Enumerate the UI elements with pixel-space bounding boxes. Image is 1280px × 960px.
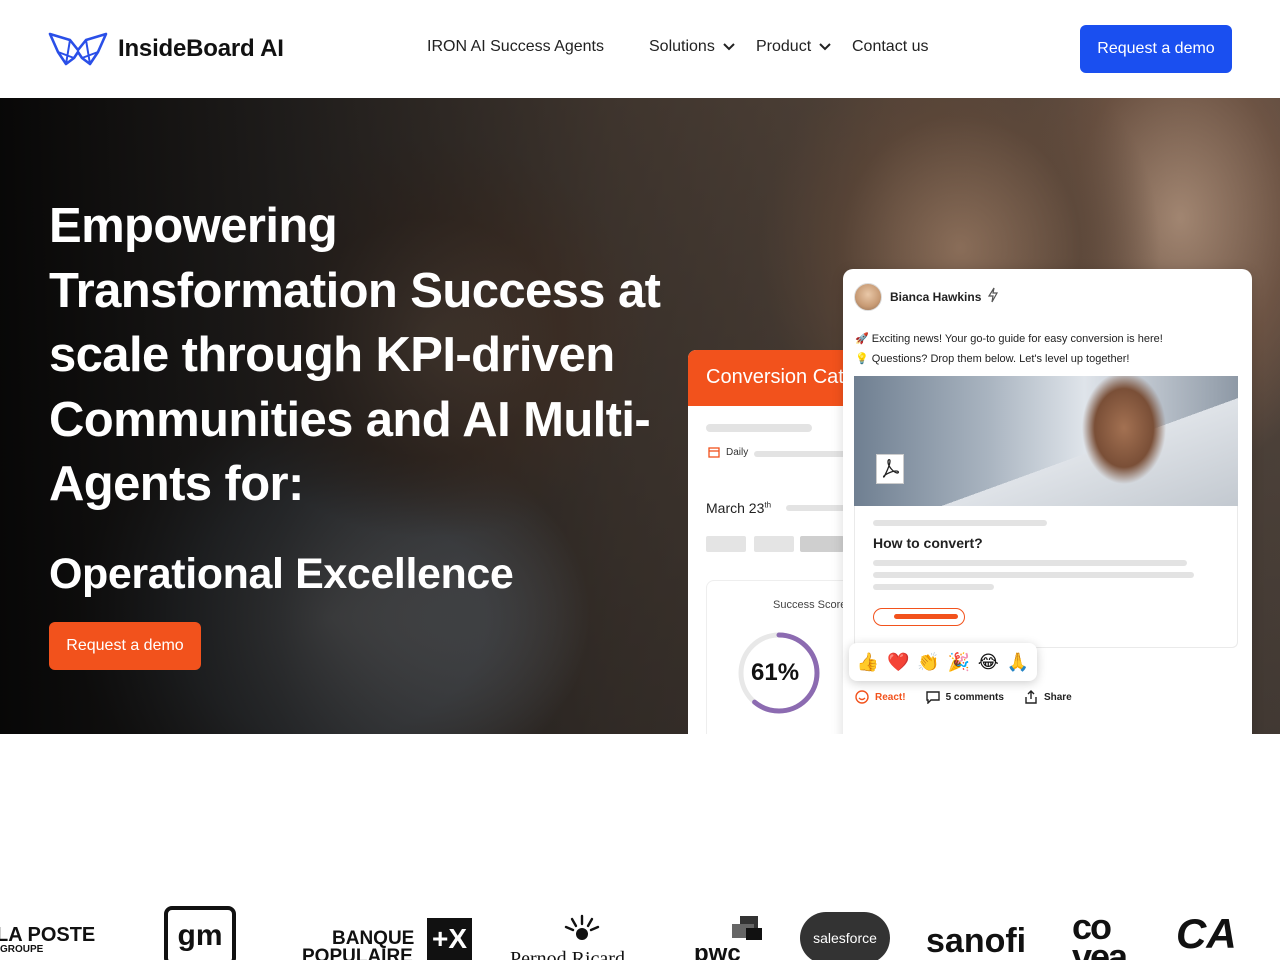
post-line: 🚀 Exciting news! Your go-to guide for ea… <box>855 333 1163 345</box>
filter-pill-active[interactable] <box>800 536 844 552</box>
date-text: March 23 <box>706 500 765 516</box>
logo-text: pwc <box>694 940 741 960</box>
post-line: 💡 Questions? Drop them below. Let's leve… <box>855 353 1130 365</box>
reaction-clap[interactable]: 👏 <box>917 652 939 673</box>
pernod-ricard-sun-icon <box>564 914 600 940</box>
chevron-down-icon <box>723 43 735 51</box>
logo-text: POPULAIRE <box>302 946 413 960</box>
hero-section: Empowering Transformation Success at sca… <box>0 98 1280 734</box>
logo-text: LA POSTE <box>0 924 96 946</box>
nav-link-label: Product <box>756 38 812 55</box>
request-demo-button-hero[interactable]: Request a demo <box>49 622 201 670</box>
logo-pwc: pwc <box>694 940 741 960</box>
brand-logo[interactable]: InsideBoard AI <box>48 30 284 68</box>
share-icon <box>1025 690 1037 704</box>
react-label: React! <box>875 691 906 703</box>
logo-text: sanofi <box>926 922 1027 960</box>
logo-pernod-ricard: Pernod Ricard <box>510 948 625 960</box>
butterfly-logo-icon <box>48 32 108 66</box>
comment-icon <box>925 691 940 704</box>
reaction-laugh[interactable]: 😂 <box>978 652 999 673</box>
logo-populaire: POPULAIRE <box>302 946 413 960</box>
reaction-picker: 👍 ❤️ 👏 🎉 😂 🙏 <box>849 643 1037 681</box>
reaction-heart[interactable]: ❤️ <box>887 652 909 673</box>
frequency-selector[interactable]: Daily <box>708 446 748 458</box>
nav-link-contact[interactable]: Contact us <box>852 38 928 56</box>
nav-link-product[interactable]: Product <box>756 38 831 56</box>
calendar-icon <box>708 447 720 458</box>
lightning-icon <box>987 287 999 303</box>
comments-label: 5 comments <box>945 691 1004 703</box>
logo-text: +X <box>431 923 468 954</box>
post-image[interactable] <box>854 376 1238 506</box>
share-button[interactable]: Share <box>1024 690 1072 704</box>
attachment-title: How to convert? <box>873 535 983 551</box>
logo-text: CA <box>1176 910 1237 957</box>
chevron-down-icon <box>819 43 831 51</box>
client-logos-strip: LA POSTE GROUPE gm BANQUE POPULAIRE +X P… <box>0 890 1280 960</box>
reaction-thumbs-up[interactable]: 👍 <box>857 652 879 673</box>
reaction-pray[interactable]: 🙏 <box>1007 652 1029 673</box>
frequency-label: Daily <box>726 446 749 458</box>
reaction-party[interactable]: 🎉 <box>948 652 970 673</box>
pdf-icon[interactable] <box>876 454 904 484</box>
success-score-label: Success Score <box>773 599 847 611</box>
post-text: 🚀 Exciting news! Your go-to guide for ea… <box>855 329 1163 369</box>
logo-salesforce: salesforce <box>800 912 890 960</box>
avatar[interactable] <box>854 283 882 311</box>
share-label: Share <box>1043 691 1072 703</box>
logo-la-poste-groupe: GROUPE <box>0 944 43 955</box>
request-demo-button-nav[interactable]: Request a demo <box>1080 25 1232 73</box>
date-suffix: th <box>764 500 772 510</box>
hero-subtitle: Operational Excellence <box>49 550 514 598</box>
nav-link-solutions[interactable]: Solutions <box>649 38 735 56</box>
top-navigation: InsideBoard AI IRON AI Success Agents So… <box>0 0 1280 98</box>
success-score-value: 61% <box>751 659 800 686</box>
date-label: March 23th <box>706 500 771 516</box>
placeholder-bar <box>873 572 1194 578</box>
attachment-tag <box>873 608 965 626</box>
logo-text: gm <box>177 919 223 952</box>
placeholder-bar <box>706 424 812 432</box>
logo-text: salesforce <box>813 930 877 946</box>
nav-link-iron-ai[interactable]: IRON AI Success Agents <box>427 38 604 56</box>
hero-title: Empowering Transformation Success at sca… <box>49 199 661 511</box>
nav-link-label: Contact us <box>852 38 929 55</box>
logo-text: co vea <box>1072 906 1128 960</box>
nav-link-label: IRON AI Success Agents <box>427 38 604 55</box>
logo-banque-populaire-mark: +X <box>427 918 472 960</box>
logo-credit-agricole: CA <box>1176 910 1237 958</box>
logo-gm: gm <box>164 906 236 960</box>
post-author[interactable]: Bianca Hawkins <box>890 290 981 304</box>
filter-pill[interactable] <box>754 536 794 552</box>
smile-icon <box>855 690 869 704</box>
placeholder-bar <box>873 520 1047 526</box>
logo-covea: co vea <box>1072 909 1142 960</box>
logo-sanofi: sanofi <box>926 922 1026 960</box>
post-attachment-card[interactable]: How to convert? <box>854 506 1238 648</box>
logo-text: Pernod Ricard <box>510 948 625 960</box>
filter-pill[interactable] <box>706 536 746 552</box>
tag-fill <box>894 614 958 619</box>
post-actions: React! 5 comments Share <box>855 690 1072 704</box>
brand-name: InsideBoard AI <box>118 35 284 62</box>
logo-text: GROUPE <box>0 944 44 955</box>
nav-link-label: Solutions <box>649 38 715 55</box>
comments-button[interactable]: 5 comments <box>925 690 1004 704</box>
react-button[interactable]: React! <box>855 690 906 704</box>
placeholder-bar <box>873 560 1187 566</box>
placeholder-bar <box>873 584 994 590</box>
